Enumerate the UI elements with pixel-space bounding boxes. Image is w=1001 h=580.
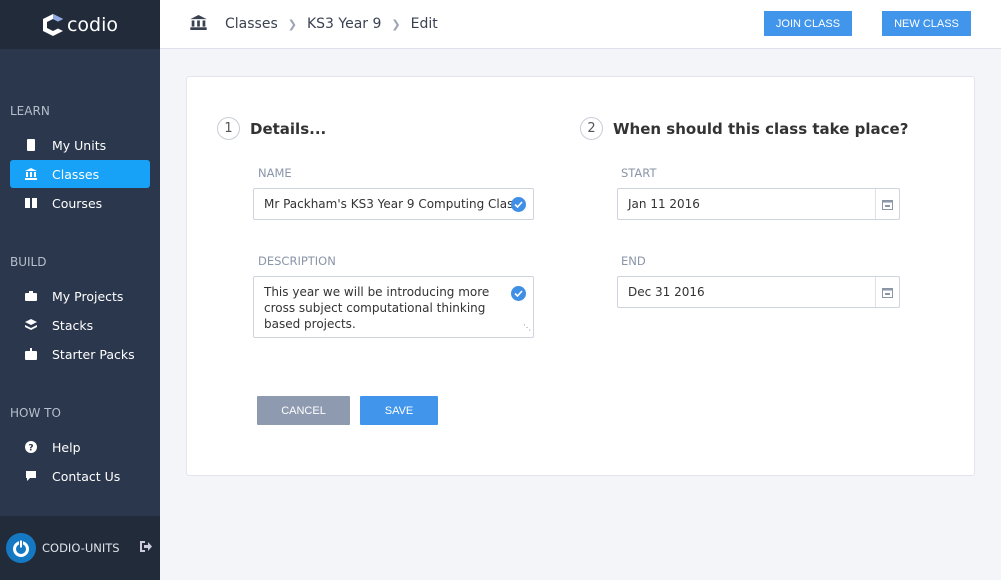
step-title: When should this class take place? [613,119,909,138]
logo[interactable]: codio [0,0,160,49]
start-value: Jan 11 2016 [628,197,700,211]
sidebar-item-help[interactable]: ? Help [10,433,150,461]
sidebar-item-label: Contact Us [52,468,121,484]
breadcrumb: Classes ❯ KS3 Year 9 ❯ Edit [190,14,438,34]
step-title: Details... [250,119,327,138]
end-label: END [621,254,646,268]
section-how-to: HOW TO [10,406,61,420]
cancel-button[interactable]: CANCEL [257,396,350,425]
step-schedule: 2 When should this class take place? [580,117,908,140]
sidebar-item-label: My Projects [52,288,124,304]
layers-icon [10,319,52,331]
section-build: BUILD [10,255,47,269]
step-number: 1 [217,117,240,140]
step-number: 2 [580,117,603,140]
chevron-right-icon: ❯ [391,17,401,31]
calendar-icon[interactable] [875,277,899,307]
sidebar-item-label: Starter Packs [52,346,135,362]
sidebar-item-my-projects[interactable]: My Projects [10,282,150,310]
end-value: Dec 31 2016 [628,285,705,299]
sidebar-item-stacks[interactable]: Stacks [10,311,150,339]
chat-icon [10,470,52,482]
section-learn: LEARN [10,104,50,118]
name-input[interactable]: Mr Packham's KS3 Year 9 Computing Class. [253,188,534,220]
chevron-right-icon: ❯ [287,17,297,31]
end-date-input[interactable]: Dec 31 2016 [617,276,900,308]
check-icon [511,286,526,301]
package-icon [10,348,52,360]
description-value: This year we will be introducing more cr… [264,285,490,331]
resize-handle-icon[interactable]: ⋱ [523,320,531,336]
new-class-button[interactable]: NEW CLASS [882,11,971,36]
codio-logo-icon [42,13,63,36]
save-button[interactable]: SAVE [360,396,438,425]
user-panel: CODIO-UNITS [0,516,160,580]
step-details: 1 Details... [217,117,326,140]
avatar[interactable] [6,533,36,563]
start-label: START [621,166,657,180]
logout-icon[interactable] [139,541,152,555]
check-icon [511,196,526,212]
briefcase-icon [10,290,52,302]
sidebar-item-courses[interactable]: Courses [10,189,150,217]
edit-class-form: 1 Details... 2 When should this class take… [186,76,975,476]
header: Classes ❯ KS3 Year 9 ❯ Edit JOIN CLASS N… [160,0,1001,49]
sidebar-item-starter-packs[interactable]: Starter Packs [10,340,150,368]
breadcrumb-edit: Edit [410,16,438,32]
breadcrumb-classes[interactable]: Classes [225,16,278,32]
bank-icon [190,14,207,34]
sidebar-item-label: Help [52,439,81,455]
sidebar-item-label: Classes [52,166,100,182]
breadcrumb-class[interactable]: KS3 Year 9 [307,16,381,32]
description-label: DESCRIPTION [258,254,336,268]
sidebar-item-label: Courses [52,195,103,211]
description-textarea[interactable]: This year we will be introducing more cr… [253,276,534,338]
brand-name: codio [66,13,119,36]
sidebar-item-classes[interactable]: Classes [10,160,150,188]
sidebar-item-label: My Units [52,137,107,153]
name-value: Mr Packham's KS3 Year 9 Computing Class. [264,197,523,211]
books-icon [10,197,52,209]
sidebar: codio LEARN My Units Classes Courses BUI… [0,0,160,580]
notebook-icon [10,139,52,151]
svg-text:?: ? [28,444,33,454]
bank-icon [10,168,52,180]
start-date-input[interactable]: Jan 11 2016 [617,188,900,220]
join-class-button[interactable]: JOIN CLASS [764,11,852,36]
sidebar-item-label: Stacks [52,317,94,333]
sidebar-item-contact-us[interactable]: Contact Us [10,462,150,490]
sidebar-item-my-units[interactable]: My Units [10,131,150,159]
question-icon: ? [10,441,52,453]
name-label: NAME [258,166,292,180]
calendar-icon[interactable] [875,189,899,219]
user-name: CODIO-UNITS [42,541,120,555]
